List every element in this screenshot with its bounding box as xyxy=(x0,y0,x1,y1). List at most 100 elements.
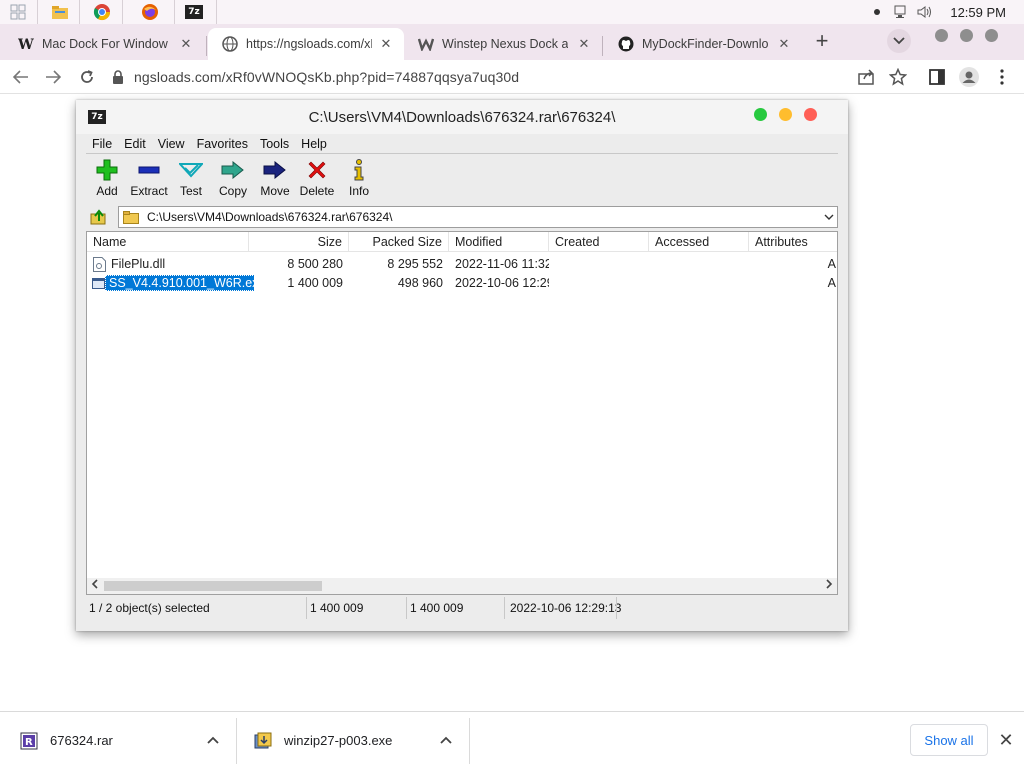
file-name: FilePlu.dll xyxy=(111,257,166,271)
globe-icon xyxy=(222,36,238,52)
column-packed-size[interactable]: Packed Size xyxy=(349,232,449,252)
menu-help[interactable]: Help xyxy=(295,137,333,151)
window-minimize-button[interactable] xyxy=(935,29,948,42)
tab-title: Winstep Nexus Dock and xyxy=(442,37,568,51)
download-item-winzip[interactable]: winzip27-p003.exe xyxy=(254,712,392,768)
tab-mac-dock[interactable]: W Mac Dock For Windows b ✕ xyxy=(4,28,204,60)
tab-search-button[interactable] xyxy=(887,29,911,53)
share-icon[interactable] xyxy=(857,67,877,87)
table-row[interactable]: SS_V4.4.910.001_W6R.exe 1 400 009 498 96… xyxy=(87,274,837,293)
add-label: Add xyxy=(96,184,118,198)
lock-icon[interactable] xyxy=(112,70,124,84)
window-maximize-button[interactable] xyxy=(960,29,973,42)
scroll-left-icon[interactable] xyxy=(87,578,103,594)
tab-ngsloads[interactable]: https://ngsloads.com/xR ✕ xyxy=(208,28,404,60)
column-attributes[interactable]: Attributes xyxy=(749,232,837,252)
forward-button[interactable] xyxy=(42,66,64,88)
path-combobox[interactable]: C:\Users\VM4\Downloads\676324.rar\676324… xyxy=(118,206,838,228)
bookmark-star-icon[interactable] xyxy=(888,67,908,87)
delete-button[interactable]: Delete xyxy=(296,155,338,203)
7zip-icon[interactable]: 7z xyxy=(184,2,204,22)
close-traffic-light[interactable] xyxy=(804,108,817,121)
table-row[interactable]: FilePlu.dll 8 500 280 8 295 552 2022-11-… xyxy=(87,255,837,274)
path-text[interactable]: C:\Users\VM4\Downloads\676324.rar\676324… xyxy=(147,210,821,224)
chevron-up-icon[interactable] xyxy=(205,732,221,748)
url-text[interactable]: ngsloads.com/xRf0vWNOQsKb.php?pid=74887q… xyxy=(134,69,519,85)
folder-up-button[interactable] xyxy=(88,207,110,227)
info-button[interactable]: Info xyxy=(338,155,380,203)
menu-file[interactable]: File xyxy=(86,137,118,151)
menu-edit[interactable]: Edit xyxy=(118,137,152,151)
status-divider xyxy=(504,597,505,619)
menu-tools[interactable]: Tools xyxy=(254,137,295,151)
file-modified: 2022-10-06 12:29 xyxy=(455,276,549,290)
window-close-button[interactable] xyxy=(985,29,998,42)
profile-avatar-icon[interactable] xyxy=(959,67,979,87)
tab-close-icon[interactable]: ✕ xyxy=(576,36,592,52)
copy-button[interactable]: Copy xyxy=(212,155,254,203)
taskbar-divider xyxy=(122,0,123,24)
window-title: C:\Users\VM4\Downloads\676324.rar\676324… xyxy=(308,109,616,126)
menu-view[interactable]: View xyxy=(152,137,191,151)
file-packed-size: 498 960 xyxy=(397,276,443,290)
chevron-up-icon[interactable] xyxy=(438,732,454,748)
status-divider xyxy=(306,597,307,619)
tab-close-icon[interactable]: ✕ xyxy=(776,36,792,52)
scrollbar-thumb[interactable] xyxy=(104,581,322,591)
network-icon[interactable] xyxy=(892,4,908,20)
new-tab-button[interactable]: + xyxy=(810,30,834,54)
menu-kebab-icon[interactable] xyxy=(992,67,1012,87)
7zip-toolbar: Add Extract Test Copy Move Delete Info xyxy=(86,155,838,203)
column-modified[interactable]: Modified xyxy=(449,232,549,252)
tab-close-icon[interactable]: ✕ xyxy=(378,36,394,52)
firefox-icon[interactable] xyxy=(140,2,160,22)
extract-button[interactable]: Extract xyxy=(128,155,170,203)
add-button[interactable]: Add xyxy=(86,155,128,203)
maximize-traffic-light[interactable] xyxy=(754,108,767,121)
horizontal-scrollbar[interactable] xyxy=(87,578,837,594)
status-packed: 1 400 009 xyxy=(410,601,464,615)
tab-mydockfinder[interactable]: MyDockFinder-Downloa ✕ xyxy=(604,28,802,60)
7zip-titlebar[interactable]: 7z C:\Users\VM4\Downloads\676324.rar\676… xyxy=(76,100,848,134)
download-item-rar[interactable]: R 676324.rar xyxy=(20,712,113,768)
file-name: SS_V4.4.910.001_W6R.exe xyxy=(104,274,254,293)
github-icon xyxy=(618,36,634,52)
download-filename: 676324.rar xyxy=(50,733,113,748)
address-bar[interactable]: ngsloads.com/xRf0vWNOQsKb.php?pid=74887q… xyxy=(112,64,834,90)
minimize-traffic-light[interactable] xyxy=(779,108,792,121)
column-created[interactable]: Created xyxy=(549,232,649,252)
volume-icon[interactable] xyxy=(916,4,932,20)
7zip-label: 7z xyxy=(185,5,203,19)
tab-close-icon[interactable]: ✕ xyxy=(178,36,194,52)
rar-archive-icon: R xyxy=(20,732,38,750)
menu-favorites[interactable]: Favorites xyxy=(191,137,254,151)
extract-icon xyxy=(136,158,162,182)
show-all-button[interactable]: Show all xyxy=(910,724,988,756)
info-icon xyxy=(346,158,372,182)
windows-start-icon[interactable] xyxy=(8,2,28,22)
side-panel-icon[interactable] xyxy=(927,67,947,87)
download-filename: winzip27-p003.exe xyxy=(284,733,393,748)
back-button[interactable] xyxy=(10,66,32,88)
column-accessed[interactable]: Accessed xyxy=(649,232,749,252)
chrome-icon[interactable] xyxy=(92,2,112,22)
clock[interactable]: 12:59 PM xyxy=(950,5,1006,20)
file-list[interactable]: Name Size Packed Size Modified Created A… xyxy=(86,231,838,595)
taskbar: 7z 12:59 PM xyxy=(0,0,1024,24)
status-divider xyxy=(406,597,407,619)
move-label: Move xyxy=(260,184,290,198)
column-name[interactable]: Name xyxy=(87,232,249,252)
column-size[interactable]: Size xyxy=(249,232,349,252)
winstep-favicon-icon xyxy=(418,36,434,52)
move-button[interactable]: Move xyxy=(254,155,296,203)
chevron-down-icon[interactable] xyxy=(821,212,837,223)
browser-tab-strip: W Mac Dock For Windows b ✕ https://ngslo… xyxy=(0,24,1024,60)
scroll-right-icon[interactable] xyxy=(821,578,837,594)
shelf-divider xyxy=(469,718,470,764)
test-button[interactable]: Test xyxy=(170,155,212,203)
reload-button[interactable] xyxy=(76,66,98,88)
file-explorer-icon[interactable] xyxy=(50,2,70,22)
tab-title: https://ngsloads.com/xR xyxy=(246,37,372,51)
tab-winstep[interactable]: Winstep Nexus Dock and ✕ xyxy=(404,28,602,60)
close-icon[interactable]: ✕ xyxy=(996,730,1016,750)
